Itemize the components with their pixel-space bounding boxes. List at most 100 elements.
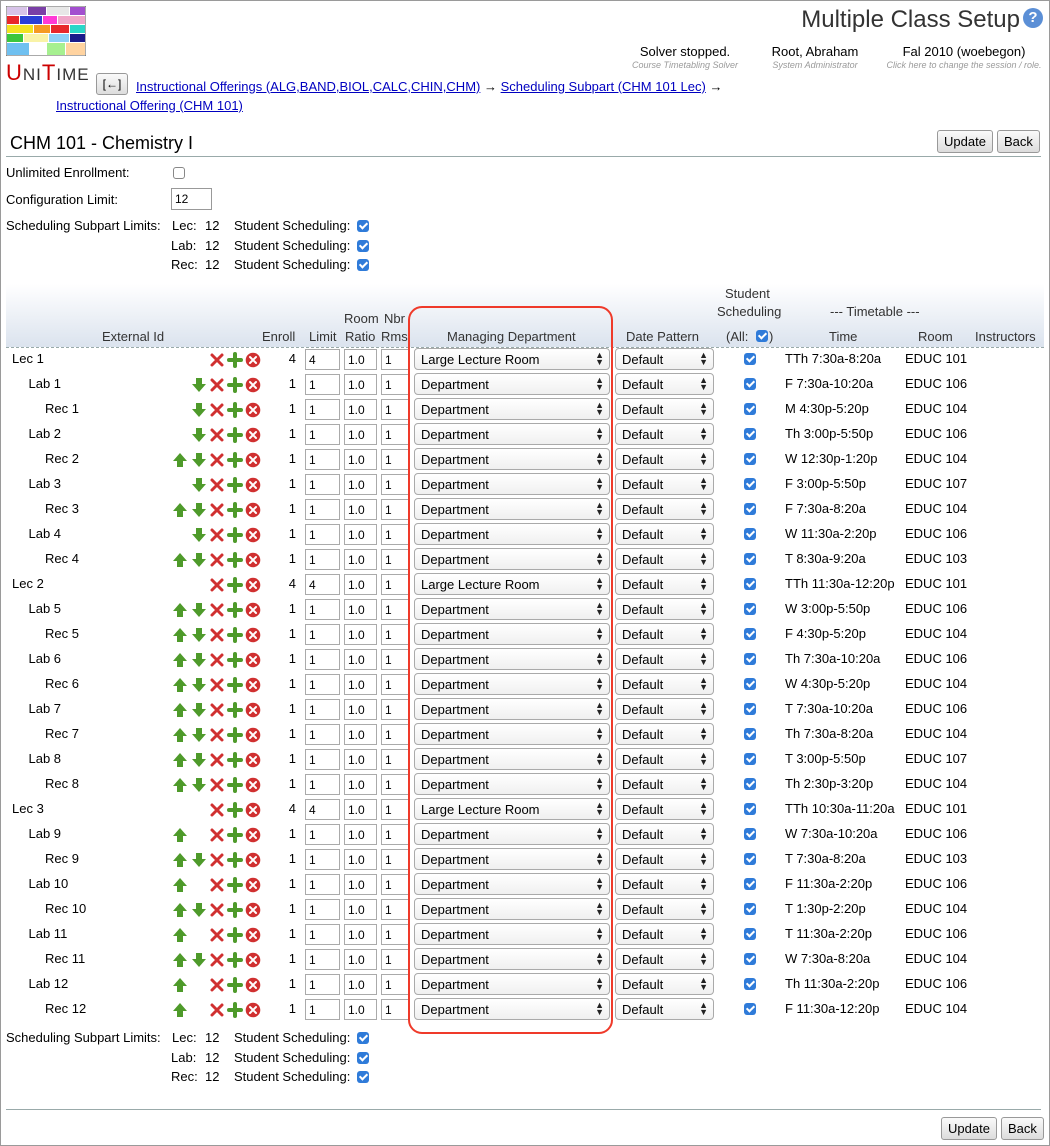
remove-icon[interactable] [245,377,261,393]
class-limit-input[interactable]: 1 [305,849,340,870]
number-of-rooms-input[interactable]: 1 [381,699,409,720]
number-of-rooms-input[interactable]: 1 [381,399,409,420]
student-scheduling-checkbox[interactable] [744,953,756,965]
delete-icon[interactable] [209,602,225,618]
date-pattern-select[interactable]: Default ▲ ▼ [615,448,714,470]
student-scheduling-checkbox[interactable] [744,778,756,790]
arrow-down-icon[interactable] [191,377,207,393]
room-ratio-input[interactable]: 1.0 [344,599,377,620]
number-of-rooms-input[interactable]: 1 [381,899,409,920]
number-of-rooms-input[interactable]: 1 [381,374,409,395]
number-of-rooms-input[interactable]: 1 [381,424,409,445]
class-limit-input[interactable]: 1 [305,649,340,670]
number-of-rooms-input[interactable]: 1 [381,924,409,945]
class-limit-input[interactable]: 1 [305,674,340,695]
student-scheduling-checkbox[interactable] [744,403,756,415]
date-pattern-select[interactable]: Default ▲ ▼ [615,948,714,970]
date-pattern-select[interactable]: Default ▲ ▼ [615,673,714,695]
number-of-rooms-input[interactable]: 1 [381,774,409,795]
room-ratio-input[interactable]: 1.0 [344,824,377,845]
student-scheduling-checkbox[interactable] [744,978,756,990]
remove-icon[interactable] [245,827,261,843]
date-pattern-select[interactable]: Default ▲ ▼ [615,973,714,995]
class-limit-input[interactable]: 1 [305,599,340,620]
date-pattern-select[interactable]: Default ▲ ▼ [615,623,714,645]
student-scheduling-checkbox[interactable] [744,478,756,490]
unlimited-enrollment-checkbox[interactable] [173,167,185,179]
number-of-rooms-input[interactable]: 1 [381,974,409,995]
arrow-down-icon[interactable] [191,852,207,868]
class-limit-input[interactable]: 1 [305,999,340,1020]
room-ratio-input[interactable]: 1.0 [344,449,377,470]
arrow-down-icon[interactable] [191,402,207,418]
date-pattern-select[interactable]: Default ▲ ▼ [615,398,714,420]
student-scheduling-checkbox[interactable] [744,378,756,390]
remove-icon[interactable] [245,427,261,443]
room-ratio-input[interactable]: 1.0 [344,899,377,920]
remove-icon[interactable] [245,952,261,968]
help-icon[interactable]: ? [1023,8,1043,28]
date-pattern-select[interactable]: Default ▲ ▼ [615,548,714,570]
student-scheduling-checkbox[interactable] [744,828,756,840]
remove-icon[interactable] [245,402,261,418]
remove-icon[interactable] [245,702,261,718]
breadcrumb-scheduling-subpart[interactable]: Scheduling Subpart (CHM 101 Lec) [501,79,706,94]
remove-icon[interactable] [245,1002,261,1018]
arrow-up-icon[interactable] [172,727,188,743]
add-icon[interactable] [227,827,243,843]
student-scheduling-checkbox[interactable] [744,728,756,740]
student-scheduling-checkbox[interactable] [744,553,756,565]
number-of-rooms-input[interactable]: 1 [381,649,409,670]
date-pattern-select[interactable]: Default ▲ ▼ [615,748,714,770]
arrow-up-icon[interactable] [172,602,188,618]
arrow-up-icon[interactable] [172,902,188,918]
student-scheduling-checkbox[interactable] [744,678,756,690]
number-of-rooms-input[interactable]: 1 [381,949,409,970]
breadcrumb-instructional-offerings[interactable]: Instructional Offerings (ALG,BAND,BIOL,C… [136,79,480,94]
delete-icon[interactable] [209,402,225,418]
delete-icon[interactable] [209,352,225,368]
delete-icon[interactable] [209,652,225,668]
arrow-down-icon[interactable] [191,902,207,918]
date-pattern-select[interactable]: Default ▲ ▼ [615,923,714,945]
arrow-up-icon[interactable] [172,827,188,843]
room-ratio-input[interactable]: 1.0 [344,399,377,420]
student-scheduling-checkbox[interactable] [744,903,756,915]
add-icon[interactable] [227,952,243,968]
date-pattern-select[interactable]: Default ▲ ▼ [615,348,714,370]
room-ratio-input[interactable]: 1.0 [344,849,377,870]
class-limit-input[interactable]: 1 [305,974,340,995]
back-button-top[interactable]: Back [997,130,1040,153]
arrow-down-icon[interactable] [191,427,207,443]
arrow-up-icon[interactable] [172,652,188,668]
remove-icon[interactable] [245,502,261,518]
date-pattern-select[interactable]: Default ▲ ▼ [615,998,714,1020]
room-ratio-input[interactable]: 1.0 [344,749,377,770]
class-limit-input[interactable]: 1 [305,424,340,445]
arrow-up-icon[interactable] [172,777,188,793]
class-limit-input[interactable]: 1 [305,949,340,970]
delete-icon[interactable] [209,827,225,843]
number-of-rooms-input[interactable]: 1 [381,474,409,495]
delete-icon[interactable] [209,377,225,393]
room-ratio-input[interactable]: 1.0 [344,974,377,995]
add-icon[interactable] [227,527,243,543]
student-scheduling-checkbox-bottom[interactable] [357,1051,369,1064]
number-of-rooms-input[interactable]: 1 [381,624,409,645]
number-of-rooms-input[interactable]: 1 [381,599,409,620]
room-ratio-input[interactable]: 1.0 [344,799,377,820]
class-limit-input[interactable]: 4 [305,349,340,370]
add-icon[interactable] [227,477,243,493]
number-of-rooms-input[interactable]: 1 [381,749,409,770]
delete-icon[interactable] [209,502,225,518]
delete-icon[interactable] [209,952,225,968]
room-ratio-input[interactable]: 1.0 [344,624,377,645]
delete-icon[interactable] [209,552,225,568]
room-ratio-input[interactable]: 1.0 [344,499,377,520]
number-of-rooms-input[interactable]: 1 [381,799,409,820]
arrow-down-icon[interactable] [191,452,207,468]
number-of-rooms-input[interactable]: 1 [381,499,409,520]
remove-icon[interactable] [245,352,261,368]
remove-icon[interactable] [245,527,261,543]
delete-icon[interactable] [209,727,225,743]
